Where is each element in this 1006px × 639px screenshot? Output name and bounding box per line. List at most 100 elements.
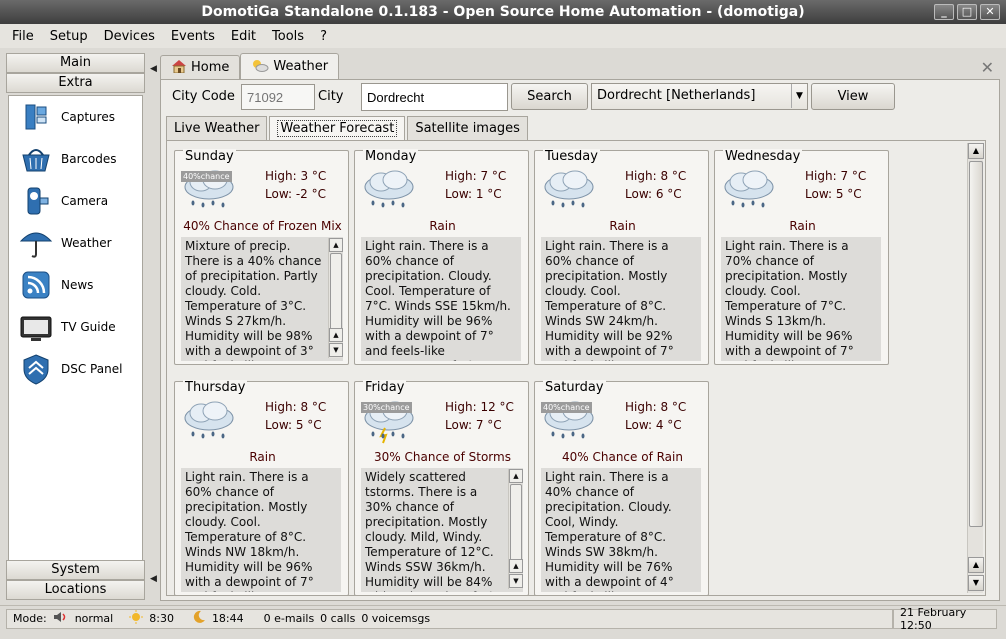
tab-home[interactable]: Home xyxy=(160,55,241,79)
forecast-condition: 30% Chance of Storms xyxy=(374,450,511,464)
chance-badge: 40%chance xyxy=(181,171,232,182)
menu-edit[interactable]: Edit xyxy=(223,29,264,44)
menu-help[interactable]: ? xyxy=(312,29,335,44)
forecast-day-name: Friday xyxy=(363,380,407,395)
forecast-day-name: Saturday xyxy=(543,380,606,395)
nav-bottom: System Locations xyxy=(6,560,145,600)
scroll-down-icon[interactable]: ▼ xyxy=(329,343,343,357)
forecast-card-wednesday: Wednesday High: 7 °C Low: 5 °C Rain Ligh… xyxy=(714,149,889,365)
forecast-day-name: Wednesday xyxy=(723,149,803,164)
scroll-up-icon[interactable]: ▲ xyxy=(329,238,343,252)
nav-item-label: DSC Panel xyxy=(61,362,123,376)
city-code-label: City Code xyxy=(172,89,235,104)
forecast-description[interactable]: Widely scattered tstorms. There is a 30%… xyxy=(361,468,523,592)
forecast-description: Light rain. There is a 40% chance of pre… xyxy=(541,468,701,592)
nav-item-label: Camera xyxy=(61,194,109,208)
nav-locations-button[interactable]: Locations xyxy=(6,580,145,600)
nav-system-button[interactable]: System xyxy=(6,560,145,580)
close-window-button[interactable]: ✕ xyxy=(980,4,1000,20)
forecast-description-text: Light rain. There is a 70% chance of pre… xyxy=(725,239,854,361)
tab-weather-forecast[interactable]: Weather Forecast xyxy=(269,116,406,140)
minimize-button[interactable]: _ xyxy=(934,4,954,20)
description-scrollbar[interactable]: ▲ ▲ ▼ xyxy=(508,469,523,589)
scroll-thumb[interactable] xyxy=(510,484,522,564)
scroll-up-icon[interactable]: ▲ xyxy=(968,143,984,159)
chevron-down-icon: ▼ xyxy=(791,84,807,108)
collapse-left-arrow-bottom[interactable]: ◀ xyxy=(150,574,157,584)
tab-satellite-images[interactable]: Satellite images xyxy=(407,116,528,140)
camera-icon xyxy=(19,184,53,218)
forecast-high: High: 8 °C xyxy=(625,169,687,183)
city-input[interactable] xyxy=(361,83,508,111)
sunrise-time: 8:30 xyxy=(149,612,174,625)
forecast-description-text: Light rain. There is a 40% chance of pre… xyxy=(545,470,674,592)
nav-item-label: Captures xyxy=(61,110,115,124)
scroll-down-icon[interactable]: ▼ xyxy=(968,575,984,591)
view-button[interactable]: View xyxy=(811,83,895,110)
news-icon xyxy=(19,268,53,302)
nav-item-tv-guide[interactable]: TV Guide xyxy=(9,306,142,348)
forecast-card-monday: Monday High: 7 °C Low: 1 °C Rain Light r… xyxy=(354,149,529,365)
forecast-low: Low: 1 °C xyxy=(445,187,502,201)
nav-item-captures[interactable]: Captures xyxy=(9,96,142,138)
forecast-high: High: 8 °C xyxy=(625,400,687,414)
forecast-condition: Rain xyxy=(249,450,276,464)
weather-subtabs: Live Weather Weather Forecast Satellite … xyxy=(166,116,530,140)
scroll-up-icon[interactable]: ▲ xyxy=(329,328,343,342)
menu-devices[interactable]: Devices xyxy=(96,29,163,44)
forecast-condition: Rain xyxy=(789,219,816,233)
scroll-thumb[interactable] xyxy=(969,161,983,527)
description-scrollbar[interactable]: ▲ ▲ ▼ xyxy=(328,238,343,358)
forecast-card-sunday: Sunday 40%chance High: 3 °C Low: -2 °C 4… xyxy=(174,149,349,365)
menu-events[interactable]: Events xyxy=(163,29,223,44)
nav-item-weather[interactable]: Weather xyxy=(9,222,142,264)
tab-weather[interactable]: Weather xyxy=(240,53,340,79)
forecast-scrollbar[interactable]: ▲ ▲ ▼ xyxy=(967,143,984,593)
status-main-pane: Mode: normal 8:30 18:44 0 e-mails 0 call… xyxy=(6,608,893,629)
menubar: File Setup Devices Events Edit Tools ? xyxy=(0,24,1006,48)
mode-value: normal xyxy=(74,612,114,625)
scroll-thumb[interactable] xyxy=(330,253,342,333)
forecast-description: Light rain. There is a 60% chance of pre… xyxy=(181,468,341,592)
dsc-panel-icon xyxy=(19,352,53,386)
forecast-low: Low: 5 °C xyxy=(805,187,862,201)
forecast-condition: Rain xyxy=(609,219,636,233)
forecast-condition: 40% Chance of Frozen Mix xyxy=(183,219,342,233)
forecast-low: Low: 6 °C xyxy=(625,187,682,201)
city-label: City xyxy=(318,89,344,104)
nav-extra-button[interactable]: Extra xyxy=(6,73,145,93)
tab-label: Live Weather xyxy=(174,121,260,136)
scroll-up-icon[interactable]: ▲ xyxy=(968,557,984,573)
search-button[interactable]: Search xyxy=(511,83,588,110)
nav-item-dsc-panel[interactable]: DSC Panel xyxy=(9,348,142,390)
close-tab-icon[interactable]: ✕ xyxy=(981,58,994,77)
menu-file[interactable]: File xyxy=(4,29,42,44)
forecast-description-text: Mixture of precip. There is a 40% chance… xyxy=(185,239,322,361)
menu-setup[interactable]: Setup xyxy=(42,29,96,44)
nav-item-barcodes[interactable]: Barcodes xyxy=(9,138,142,180)
tab-live-weather[interactable]: Live Weather xyxy=(166,116,268,140)
collapse-left-arrow[interactable]: ◀ xyxy=(150,64,157,74)
maximize-button[interactable]: □ xyxy=(957,4,977,20)
tv-guide-icon xyxy=(19,310,53,344)
scroll-down-icon[interactable]: ▼ xyxy=(509,574,523,588)
scroll-up-icon[interactable]: ▲ xyxy=(509,559,523,573)
forecast-high: High: 3 °C xyxy=(265,169,327,183)
chance-badge: 30%chance xyxy=(361,402,412,413)
forecast-card-friday: Friday 30%chance High: 12 °C Low: 7 °C 3… xyxy=(354,380,529,595)
nav-item-camera[interactable]: Camera xyxy=(9,180,142,222)
scroll-up-icon[interactable]: ▲ xyxy=(509,469,523,483)
forecast-description: Light rain. There is a 70% chance of pre… xyxy=(721,237,881,361)
nav-item-news[interactable]: News xyxy=(9,264,142,306)
forecast-card-tuesday: Tuesday High: 8 °C Low: 6 °C Rain Light … xyxy=(534,149,709,365)
nav-extra-list: Captures Barcodes Camera Weather News TV… xyxy=(8,95,143,561)
forecast-low: Low: -2 °C xyxy=(265,187,326,201)
nav-main-button[interactable]: Main xyxy=(6,53,145,73)
rain-cloud-icon xyxy=(721,169,777,213)
location-select[interactable]: Dordrecht [Netherlands] ▼ xyxy=(591,83,808,110)
menu-tools[interactable]: Tools xyxy=(264,29,312,44)
forecast-description[interactable]: Mixture of precip. There is a 40% chance… xyxy=(181,237,343,361)
city-code-input[interactable] xyxy=(241,84,315,110)
datetime: 21 February 12:50 xyxy=(900,605,967,632)
tab-label: Home xyxy=(191,60,230,75)
